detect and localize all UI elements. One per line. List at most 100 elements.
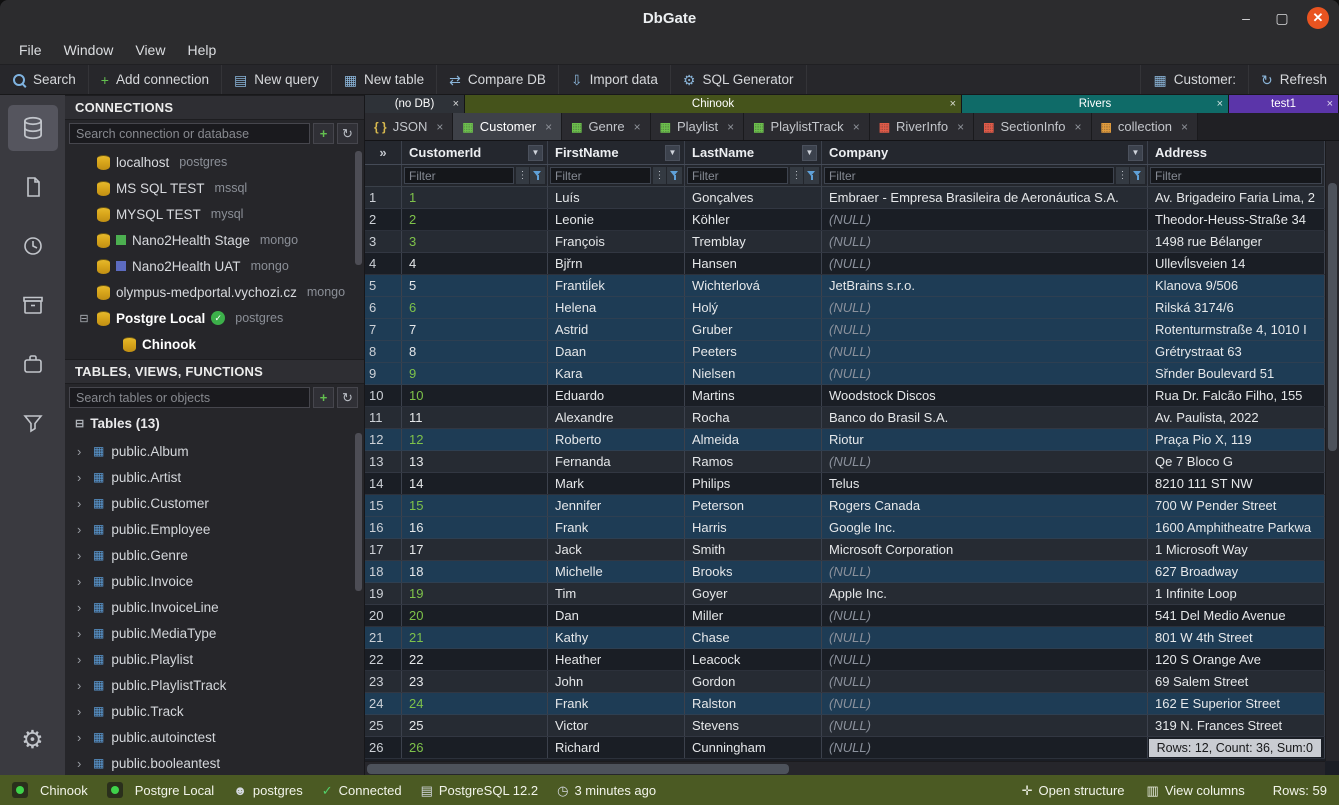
- table-row[interactable]: 16 16 Frank Harris Google Inc. 1600 Amph…: [365, 517, 1339, 539]
- row-number[interactable]: 15: [365, 495, 402, 516]
- table-row[interactable]: 9 9 Kara Nielsen (NULL) Sřnder Boulevard…: [365, 363, 1339, 385]
- cell-firstname[interactable]: Frank: [548, 517, 685, 538]
- table-list-item[interactable]: › ▦ public.PlaylistTrack: [65, 672, 364, 698]
- vertical-scrollbar-thumb[interactable]: [1328, 183, 1337, 451]
- tab-group[interactable]: test1 ×: [1229, 95, 1339, 113]
- cell-customerid[interactable]: 23: [402, 671, 548, 692]
- cell-lastname[interactable]: Gordon: [685, 671, 822, 692]
- chevron-right-icon[interactable]: ›: [77, 756, 86, 771]
- cell-customerid[interactable]: 24: [402, 693, 548, 714]
- cell-company[interactable]: (NULL): [822, 253, 1148, 274]
- filter-menu-icon[interactable]: ⋮: [1116, 167, 1129, 184]
- add-connection-small-button[interactable]: +: [313, 123, 334, 144]
- tab[interactable]: ▦ SectionInfo ×: [974, 113, 1091, 140]
- cell-address[interactable]: Rotenturmstraße 4, 1010 I: [1148, 319, 1325, 340]
- close-icon[interactable]: ×: [950, 98, 956, 110]
- row-number[interactable]: 14: [365, 473, 402, 494]
- filter-input[interactable]: [687, 167, 788, 184]
- add-table-small-button[interactable]: +: [313, 387, 334, 408]
- row-number[interactable]: 25: [365, 715, 402, 736]
- column-header[interactable]: Company ▼: [822, 141, 1148, 164]
- cell-firstname[interactable]: Eduardo: [548, 385, 685, 406]
- cell-address[interactable]: 162 E Superior Street: [1148, 693, 1325, 714]
- cell-firstname[interactable]: John: [548, 671, 685, 692]
- collapse-icon[interactable]: ⊟: [75, 417, 84, 430]
- table-row[interactable]: 6 6 Helena Holý (NULL) Rilská 3174/6: [365, 297, 1339, 319]
- tab[interactable]: ▦ Genre ×: [562, 113, 651, 140]
- cell-customerid[interactable]: 14: [402, 473, 548, 494]
- expand-all-button[interactable]: »: [365, 141, 402, 164]
- cell-lastname[interactable]: Gruber: [685, 319, 822, 340]
- tab[interactable]: { } JSON ×: [365, 113, 453, 140]
- cell-address[interactable]: Praça Pio X, 119: [1148, 429, 1325, 450]
- cell-company[interactable]: (NULL): [822, 319, 1148, 340]
- toolbar-button[interactable]: ⇄ Compare DB: [437, 65, 559, 94]
- close-icon[interactable]: ×: [1217, 98, 1223, 110]
- tab[interactable]: ▦ RiverInfo ×: [870, 113, 974, 140]
- table-list-item[interactable]: › ▦ public.Artist: [65, 464, 364, 490]
- chevron-right-icon[interactable]: ›: [77, 626, 86, 641]
- cell-lastname[interactable]: Brooks: [685, 561, 822, 582]
- tables-scrollbar[interactable]: [355, 433, 362, 591]
- cell-company[interactable]: (NULL): [822, 297, 1148, 318]
- tables-group-header[interactable]: ⊟ Tables (13): [65, 411, 364, 436]
- cell-customerid[interactable]: 1: [402, 187, 548, 208]
- cell-customerid[interactable]: 11: [402, 407, 548, 428]
- filter-input[interactable]: [1150, 167, 1322, 184]
- column-dropdown-icon[interactable]: ▼: [802, 145, 817, 161]
- cell-customerid[interactable]: 2: [402, 209, 548, 230]
- row-number[interactable]: 17: [365, 539, 402, 560]
- menu-item[interactable]: Help: [176, 39, 227, 61]
- column-header[interactable]: CustomerId ▼: [402, 141, 548, 164]
- cell-address[interactable]: Rua Dr. Falcão Filho, 155: [1148, 385, 1325, 406]
- table-row[interactable]: 11 11 Alexandre Rocha Banco do Brasil S.…: [365, 407, 1339, 429]
- cell-company[interactable]: Microsoft Corporation: [822, 539, 1148, 560]
- column-dropdown-icon[interactable]: ▼: [1128, 145, 1143, 161]
- chevron-right-icon[interactable]: ›: [77, 496, 86, 511]
- cell-address[interactable]: 541 Del Medio Avenue: [1148, 605, 1325, 626]
- cell-company[interactable]: Woodstock Discos: [822, 385, 1148, 406]
- chevron-right-icon[interactable]: ›: [77, 730, 86, 745]
- table-row[interactable]: 21 21 Kathy Chase (NULL) 801 W 4th Stree…: [365, 627, 1339, 649]
- chevron-right-icon[interactable]: ›: [77, 444, 86, 459]
- table-list-item[interactable]: › ▦ public.Track: [65, 698, 364, 724]
- close-icon[interactable]: ×: [727, 120, 734, 134]
- cell-company[interactable]: (NULL): [822, 737, 1148, 758]
- filter-input[interactable]: [404, 167, 514, 184]
- cell-firstname[interactable]: Fernanda: [548, 451, 685, 472]
- chevron-right-icon[interactable]: ›: [77, 548, 86, 563]
- filter-menu-icon[interactable]: ⋮: [790, 167, 803, 184]
- cell-company[interactable]: (NULL): [822, 341, 1148, 362]
- table-row[interactable]: 19 19 Tim Goyer Apple Inc. 1 Infinite Lo…: [365, 583, 1339, 605]
- toolbar-button[interactable]: ⚙ SQL Generator: [671, 65, 807, 94]
- table-row[interactable]: 10 10 Eduardo Martins Woodstock Discos R…: [365, 385, 1339, 407]
- table-list-item[interactable]: › ▦ public.InvoiceLine: [65, 594, 364, 620]
- cell-address[interactable]: 627 Broadway: [1148, 561, 1325, 582]
- cell-lastname[interactable]: Holý: [685, 297, 822, 318]
- cell-lastname[interactable]: Chase: [685, 627, 822, 648]
- cell-firstname[interactable]: Jennifer: [548, 495, 685, 516]
- close-icon[interactable]: ×: [545, 120, 552, 134]
- cell-firstname[interactable]: Helena: [548, 297, 685, 318]
- close-icon[interactable]: ×: [1074, 120, 1081, 134]
- cell-customerid[interactable]: 4: [402, 253, 548, 274]
- row-number[interactable]: 10: [365, 385, 402, 406]
- chevron-right-icon[interactable]: ›: [77, 704, 86, 719]
- cell-address[interactable]: 69 Salem Street: [1148, 671, 1325, 692]
- refresh-connections-button[interactable]: ↻: [337, 123, 358, 144]
- cell-customerid[interactable]: 25: [402, 715, 548, 736]
- connection-search-input[interactable]: [69, 123, 310, 144]
- history-rail-button[interactable]: [8, 223, 58, 269]
- table-row[interactable]: 13 13 Fernanda Ramos (NULL) Qe 7 Bloco G: [365, 451, 1339, 473]
- funnel-icon[interactable]: [530, 167, 545, 184]
- chevron-right-icon[interactable]: ›: [77, 600, 86, 615]
- table-list-item[interactable]: › ▦ public.Album: [65, 438, 364, 464]
- cell-firstname[interactable]: Heather: [548, 649, 685, 670]
- cell-company[interactable]: (NULL): [822, 561, 1148, 582]
- row-number[interactable]: 21: [365, 627, 402, 648]
- row-number[interactable]: 7: [365, 319, 402, 340]
- cell-firstname[interactable]: Jack: [548, 539, 685, 560]
- cell-company[interactable]: (NULL): [822, 693, 1148, 714]
- minimize-button[interactable]: –: [1235, 7, 1257, 29]
- cell-lastname[interactable]: Ralston: [685, 693, 822, 714]
